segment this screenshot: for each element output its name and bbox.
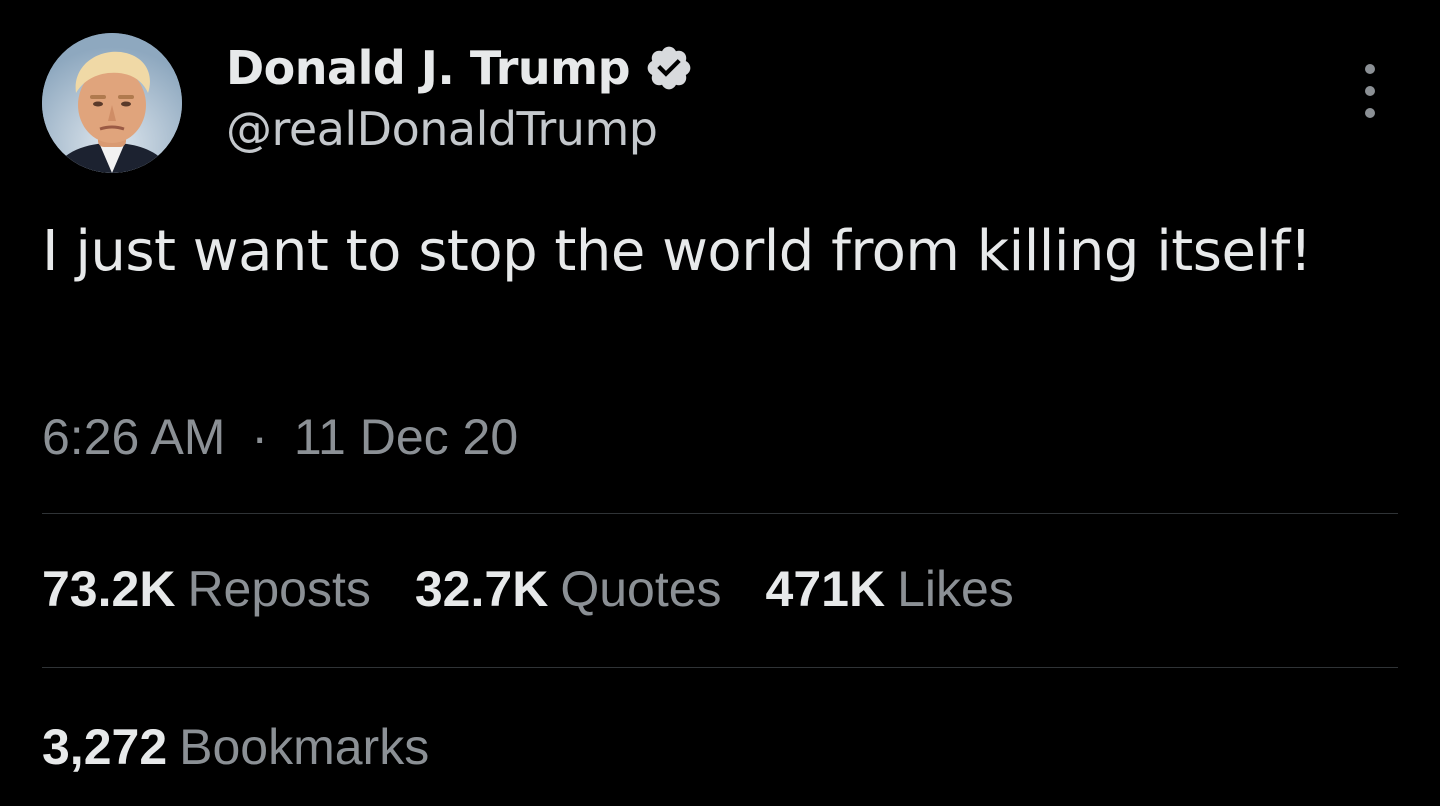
bookmarks-label: Bookmarks	[179, 719, 430, 775]
quotes-count: 32.7K	[414, 561, 549, 617]
likes-stat[interactable]: 471K Likes	[766, 560, 1014, 618]
more-dot	[1365, 108, 1375, 118]
tweet-text: I just want to stop the world from killi…	[42, 219, 1312, 284]
author-info: Donald J. Trump @realDonaldTrump	[226, 38, 694, 156]
quotes-label: Quotes	[560, 561, 722, 617]
reposts-count: 73.2K	[42, 561, 176, 617]
more-dot	[1365, 64, 1375, 74]
tweet-timestamp: 6:26 AM · 11 Dec 20	[42, 408, 518, 466]
reposts-label: Reposts	[187, 561, 371, 617]
tweet-detail: Donald J. Trump @realDonaldTrump I just …	[0, 0, 1440, 806]
reposts-stat[interactable]: 73.2K Reposts	[42, 560, 371, 618]
divider	[42, 667, 1398, 668]
timestamp-separator: ·	[251, 409, 269, 465]
tweet-time[interactable]: 6:26 AM	[42, 409, 225, 465]
more-dot	[1365, 86, 1375, 96]
avatar[interactable]	[42, 33, 182, 173]
user-handle[interactable]: @realDonaldTrump	[226, 102, 694, 156]
display-name[interactable]: Donald J. Trump	[226, 41, 631, 95]
divider	[42, 513, 1398, 514]
quotes-stat[interactable]: 32.7K Quotes	[415, 560, 722, 618]
verified-badge-icon[interactable]	[644, 43, 694, 93]
likes-label: Likes	[897, 561, 1014, 617]
name-row: Donald J. Trump	[226, 38, 694, 98]
tweet-date[interactable]: 11 Dec 20	[294, 409, 518, 465]
likes-count: 471K	[765, 561, 886, 617]
bookmarks-count: 3,272	[42, 719, 168, 775]
bookmarks-stat[interactable]: 3,272 Bookmarks	[42, 718, 429, 776]
more-vertical-icon[interactable]	[1350, 64, 1390, 118]
avatar-photo	[42, 33, 182, 173]
tweet-stats: 73.2K Reposts 32.7K Quotes 471K Likes	[42, 560, 1058, 618]
